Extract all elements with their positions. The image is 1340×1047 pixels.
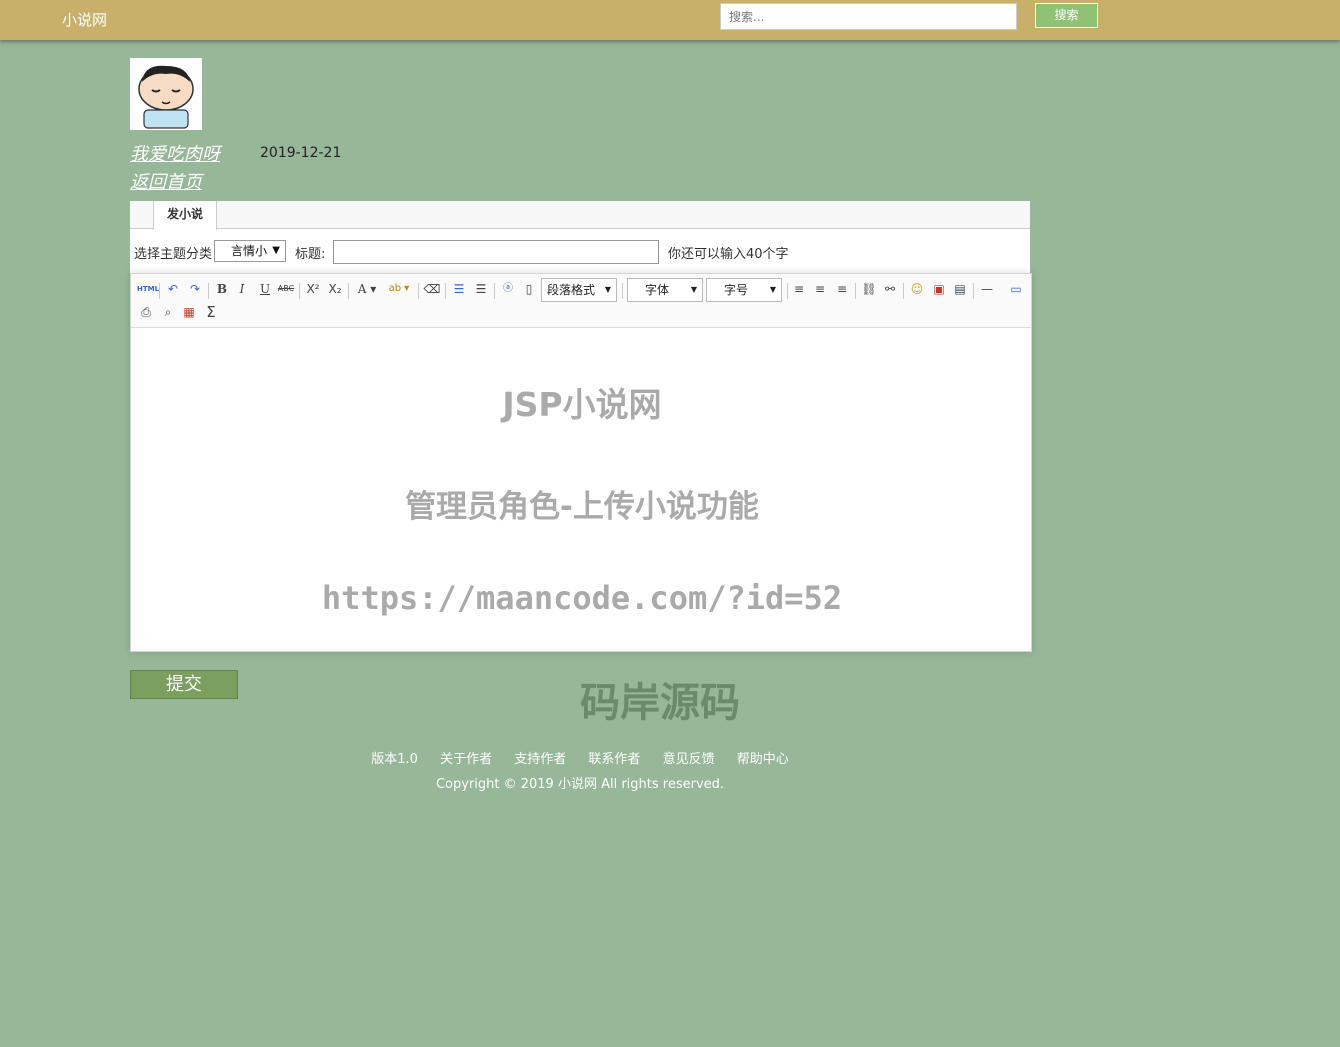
title-input[interactable] — [333, 240, 659, 264]
preview-icon[interactable]: ⌕ — [159, 303, 177, 321]
font-family-select[interactable]: 字体 ▼ — [627, 278, 703, 302]
title-label: 标题: — [295, 247, 326, 262]
footer-link-about[interactable]: 关于作者 — [440, 752, 492, 767]
redo-icon[interactable]: ↷ — [186, 280, 204, 298]
brand-watermark: 码岸源码 — [580, 680, 740, 726]
toolbar-divider — [348, 283, 349, 299]
avatar — [130, 58, 202, 130]
paragraph-format-value: 段落格式 — [547, 283, 596, 297]
align-right-icon[interactable]: ≡ — [833, 280, 851, 298]
strikethrough-icon[interactable]: ABC — [277, 280, 295, 298]
publish-panel: 发小说 选择主题分类 言情小 ▼ 标题: 你还可以输入40个字 — [130, 201, 1030, 273]
toolbar-divider — [787, 283, 788, 299]
tab-bar: 发小说 — [130, 201, 1030, 230]
image-icon[interactable]: ▣ — [930, 280, 948, 298]
footer-link-feedback[interactable]: 意见反馈 — [663, 752, 715, 767]
undo-icon[interactable]: ↶ — [164, 280, 182, 298]
formula-icon[interactable]: Σ — [202, 303, 220, 321]
ordered-list-icon[interactable]: ☰ — [450, 280, 468, 298]
font-size-select[interactable]: 字号 ▼ — [706, 278, 782, 302]
superscript-icon[interactable]: X² — [304, 280, 322, 298]
form-row: 选择主题分类 言情小 ▼ 标题: 你还可以输入40个字 — [130, 237, 1030, 265]
category-select[interactable]: 言情小 ▼ — [214, 240, 286, 262]
unordered-list-icon[interactable]: ☰ — [472, 280, 490, 298]
footer-link-version[interactable]: 版本1.0 — [371, 752, 418, 767]
paste-icon[interactable]: ▦ — [180, 303, 198, 321]
font-family-value: 字体 — [645, 283, 670, 297]
watermark-title: JSP小说网 — [502, 385, 662, 424]
font-color-icon[interactable]: A ▾ — [354, 280, 380, 298]
chevron-down-icon: ▼ — [272, 245, 280, 256]
toolbar-divider — [622, 283, 623, 299]
toolbar-divider — [445, 283, 446, 299]
page-icon[interactable]: ▯ — [520, 280, 538, 298]
eraser-icon[interactable]: ⌫ — [423, 280, 441, 298]
horizontal-rule-icon[interactable]: — — [978, 280, 996, 298]
toolbar-divider — [418, 283, 419, 299]
copyright-text: Copyright © 2019 小说网 All rights reserved… — [435, 777, 725, 792]
rich-text-editor: HTML ↶ ↷ B I U ABC X² X₂ A ▾ ab ▾ ⌫ ☰ ☰ … — [130, 273, 1032, 652]
align-left-icon[interactable]: ≡ — [790, 280, 808, 298]
watermark-subtitle: 管理员角色-上传小说功能 — [405, 489, 759, 525]
chevron-down-icon: ▼ — [604, 285, 611, 294]
footer-link-contact[interactable]: 联系作者 — [588, 752, 640, 767]
emoji-icon[interactable]: ☺ — [908, 280, 926, 298]
toolbar-divider — [159, 283, 160, 299]
print-icon[interactable]: ⎙ — [137, 303, 155, 321]
highlight-color-icon[interactable]: ab ▾ — [385, 280, 413, 298]
subscript-icon[interactable]: X₂ — [326, 280, 344, 298]
search-button[interactable]: 搜索 — [1035, 3, 1098, 28]
chevron-down-icon: ▼ — [769, 285, 776, 294]
toolbar-divider — [973, 283, 974, 299]
cartoon-avatar-icon — [130, 58, 202, 130]
bold-icon[interactable]: B — [213, 280, 231, 298]
remaining-chars-text: 你还可以输入40个字 — [668, 247, 789, 262]
tab-publish-novel[interactable]: 发小说 — [153, 201, 217, 230]
toolbar-divider — [299, 283, 300, 299]
underline-icon[interactable]: U — [256, 280, 274, 298]
align-center-icon[interactable]: ≡ — [811, 280, 829, 298]
watermark-url: https://maancode.com/?id=52 — [321, 579, 843, 617]
italic-icon[interactable]: I — [233, 280, 251, 298]
site-brand[interactable]: 小说网 — [62, 9, 107, 30]
username-link[interactable]: 我爱吃肉呀 — [130, 140, 220, 166]
footer-link-support[interactable]: 支持作者 — [514, 752, 566, 767]
chevron-down-icon: ▼ — [690, 285, 697, 294]
fullscreen-icon[interactable]: ▭ — [1007, 280, 1025, 298]
unlink-icon[interactable]: ⚯ — [881, 280, 899, 298]
font-size-value: 字号 — [724, 283, 749, 297]
footer-link-help[interactable]: 帮助中心 — [737, 752, 789, 767]
toolbar-divider — [903, 283, 904, 299]
html-source-icon[interactable]: HTML — [137, 280, 159, 298]
footer-links: 版本1.0 关于作者 支持作者 联系作者 意见反馈 帮助中心 — [0, 748, 1160, 767]
top-navbar: 小说网 搜索 — [0, 0, 1340, 40]
back-home-link[interactable]: 返回首页 — [130, 168, 202, 194]
anchor-icon[interactable]: ⓐ — [499, 280, 517, 298]
video-icon[interactable]: ▤ — [951, 280, 969, 298]
link-icon[interactable]: ⛓ — [860, 280, 878, 298]
paragraph-format-select[interactable]: 段落格式 ▼ — [541, 278, 617, 302]
search-input[interactable] — [720, 3, 1017, 30]
editor-toolbar: HTML ↶ ↷ B I U ABC X² X₂ A ▾ ab ▾ ⌫ ☰ ☰ … — [131, 274, 1031, 328]
toolbar-divider — [494, 283, 495, 299]
toolbar-divider — [855, 283, 856, 299]
category-label: 选择主题分类 — [134, 247, 213, 262]
profile-date: 2019-12-21 — [260, 145, 342, 161]
category-value: 言情小 — [231, 244, 268, 258]
submit-button[interactable]: 提交 — [130, 670, 238, 699]
toolbar-divider — [208, 283, 209, 299]
